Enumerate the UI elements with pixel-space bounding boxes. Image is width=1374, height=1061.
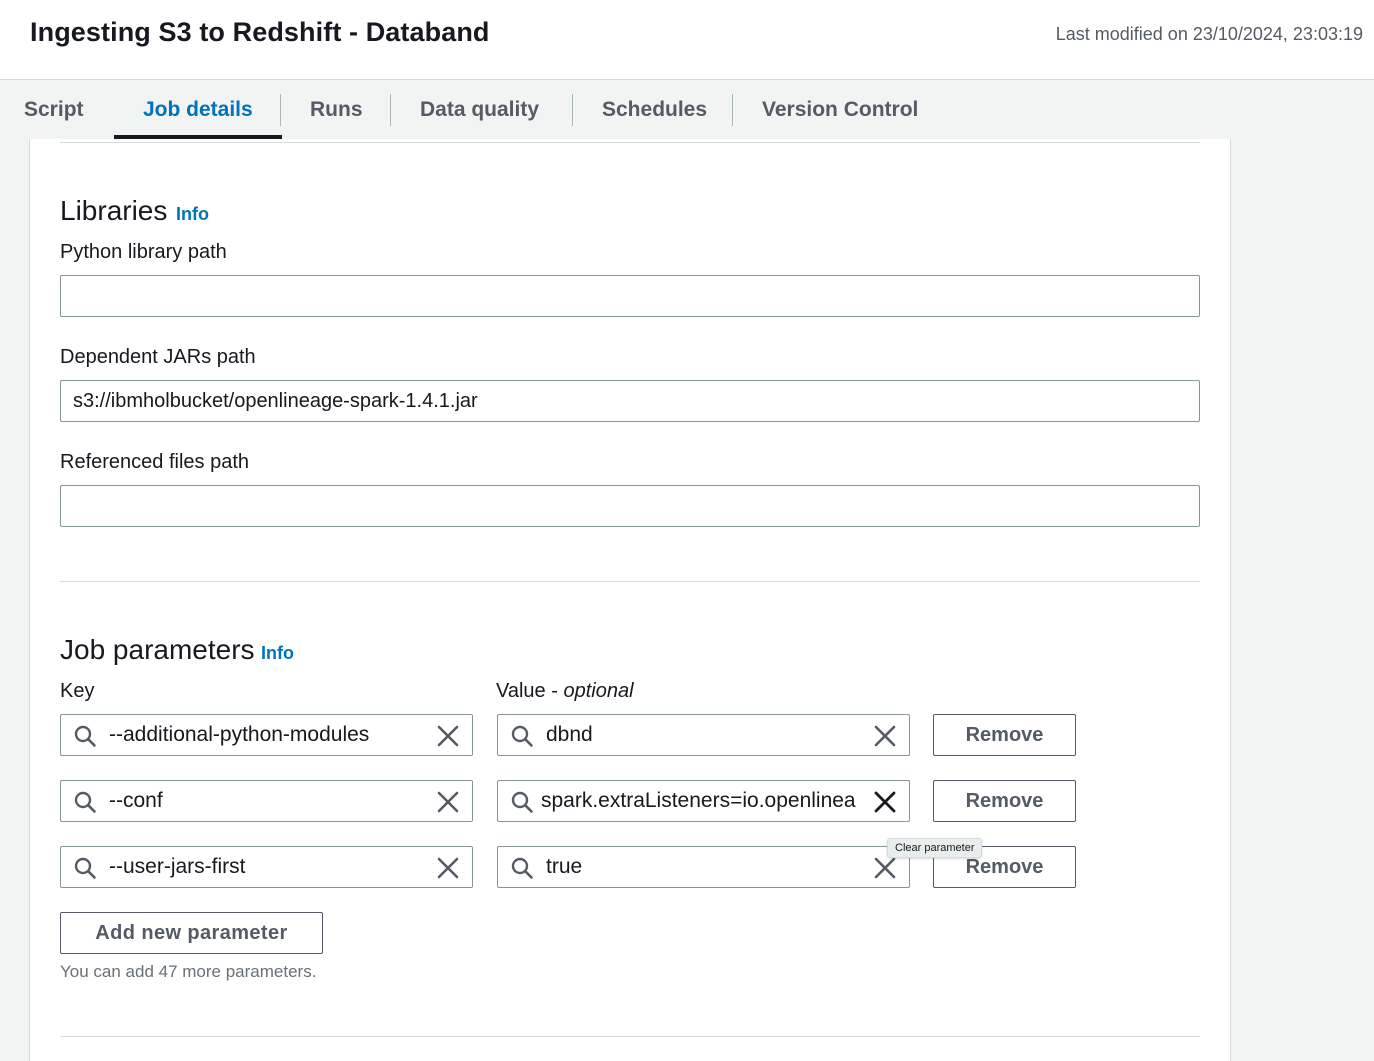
value-column-label: Value - optional — [496, 680, 634, 703]
tab-data-quality[interactable]: Data quality — [391, 80, 568, 139]
section-divider — [60, 142, 1200, 143]
parameter-value-text: dbnd — [546, 723, 593, 746]
python-library-path-label: Python library path — [60, 241, 227, 263]
python-library-path-input[interactable] — [60, 275, 1200, 317]
close-icon[interactable] — [872, 855, 898, 881]
parameter-key-value: --additional-python-modules — [109, 723, 370, 746]
remove-parameter-button[interactable]: Remove — [933, 780, 1076, 822]
value-column-label-text: Value - — [496, 680, 564, 702]
parameter-key-input[interactable]: --conf — [60, 780, 473, 822]
tab-bar: Script Job details Runs Data quality Sch… — [0, 80, 1374, 139]
optional-label: optional — [563, 680, 634, 702]
parameter-key-input[interactable]: --additional-python-modules — [60, 714, 473, 756]
section-divider — [60, 1036, 1200, 1037]
clear-parameter-tooltip: Clear parameter — [887, 838, 983, 858]
parameter-value-input[interactable]: spark.extraListeners=io.openlinea — [497, 780, 910, 822]
search-icon — [511, 857, 533, 879]
tab-job-details[interactable]: Job details — [114, 80, 282, 139]
page-header: Ingesting S3 to Redshift - Databand Last… — [0, 0, 1374, 80]
last-modified-text: Last modified on 23/10/2024, 23:03:19 — [1055, 24, 1363, 44]
remove-parameter-button[interactable]: Remove — [933, 714, 1076, 756]
page-background — [1231, 139, 1374, 1061]
parameter-value-text: spark.extraListeners=io.openlinea — [541, 789, 856, 812]
tab-runs[interactable]: Runs — [281, 80, 392, 139]
dependent-jars-path-label: Dependent JARs path — [60, 346, 256, 368]
search-icon — [511, 791, 533, 813]
parameter-value-input[interactable]: true — [497, 846, 910, 888]
parameter-key-value: --user-jars-first — [109, 855, 246, 878]
close-icon[interactable] — [435, 723, 461, 749]
tab-version-control[interactable]: Version Control — [733, 80, 947, 139]
search-icon — [511, 725, 533, 747]
referenced-files-path-input[interactable] — [60, 485, 1200, 527]
section-divider — [60, 581, 1200, 582]
libraries-info-link[interactable]: Info — [176, 204, 209, 225]
libraries-title: Libraries — [60, 195, 168, 226]
page-title: Ingesting S3 to Redshift - Databand — [30, 17, 490, 47]
close-icon[interactable] — [435, 789, 461, 815]
add-parameter-button[interactable]: Add new parameter — [60, 912, 323, 954]
tab-schedules[interactable]: Schedules — [573, 80, 736, 139]
job-parameters-title: Job parameters — [60, 634, 255, 665]
search-icon — [74, 857, 96, 879]
referenced-files-path-label: Referenced files path — [60, 451, 250, 473]
job-details-panel: Libraries Info Python library path Depen… — [29, 139, 1231, 1061]
close-icon[interactable] — [435, 855, 461, 881]
parameter-key-value: --conf — [109, 789, 163, 812]
close-icon[interactable] — [872, 723, 898, 749]
tab-script[interactable]: Script — [0, 80, 113, 139]
parameter-value-text: true — [546, 855, 583, 878]
dependent-jars-path-input[interactable] — [60, 380, 1200, 422]
parameters-remaining-hint: You can add 47 more parameters. — [60, 962, 317, 981]
parameter-value-input[interactable]: dbnd — [497, 714, 910, 756]
job-parameters-info-link[interactable]: Info — [261, 643, 294, 664]
search-icon — [74, 791, 96, 813]
close-icon[interactable] — [872, 789, 898, 815]
key-column-label: Key — [60, 680, 95, 702]
parameter-key-input[interactable]: --user-jars-first — [60, 846, 473, 888]
search-icon — [74, 725, 96, 747]
